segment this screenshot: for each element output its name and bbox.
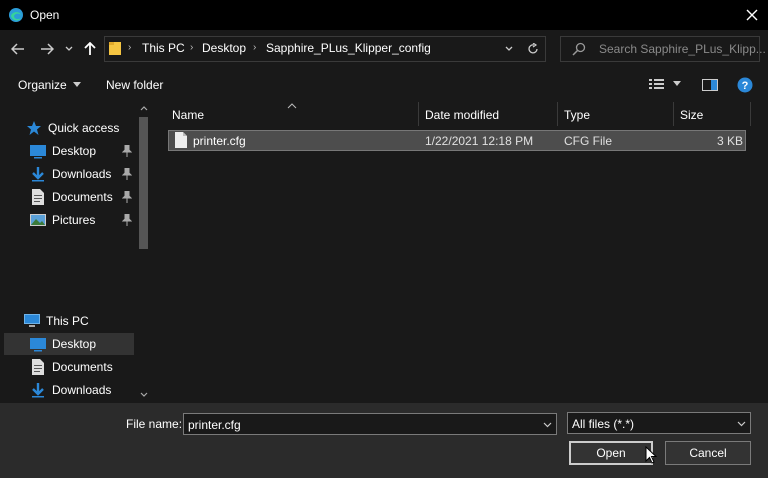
sidebar-item-label: Pictures	[52, 213, 96, 227]
pin-icon[interactable]	[122, 191, 132, 203]
file-size-cell: 3 KB	[716, 134, 743, 148]
breadcrumb-desktop[interactable]: Desktop	[202, 41, 246, 55]
breadcrumb-current-folder[interactable]: Sapphire_PLus_Klipper_config	[266, 41, 431, 55]
mouse-cursor-icon	[645, 445, 658, 467]
file-name-input[interactable]: printer.cfg	[183, 413, 557, 435]
recent-locations-button[interactable]	[62, 40, 76, 58]
sidebar-item-label: Quick access	[48, 121, 120, 135]
sidebar-item-documents[interactable]: Documents	[4, 186, 134, 208]
help-button[interactable]: ?	[737, 77, 753, 96]
cancel-button[interactable]: Cancel	[665, 441, 751, 465]
pin-icon[interactable]	[122, 168, 132, 180]
computer-icon	[24, 314, 40, 327]
desktop-icon	[30, 338, 46, 352]
preview-pane-button[interactable]	[702, 79, 718, 94]
forward-button[interactable]	[36, 38, 58, 60]
pictures-icon	[30, 214, 46, 226]
sidebar-item-label: Documents	[52, 360, 113, 374]
title-bar	[0, 0, 768, 30]
scroll-down-button[interactable]	[138, 389, 150, 401]
breadcrumb-separator-icon: ›	[253, 42, 257, 53]
column-header-date-modified[interactable]: Date modified	[425, 104, 555, 126]
desktop-icon	[30, 145, 46, 159]
sidebar-item-label: Documents	[52, 190, 113, 204]
sidebar-item-quick-access[interactable]: Quick access	[4, 117, 134, 139]
star-icon	[27, 121, 41, 135]
svg-text:?: ?	[742, 80, 749, 92]
scroll-up-button[interactable]	[138, 102, 150, 114]
close-icon	[746, 9, 758, 21]
open-button[interactable]: Open	[569, 441, 653, 465]
chevron-down-icon	[737, 421, 746, 427]
column-header-name[interactable]: Name	[172, 104, 416, 126]
change-view-button[interactable]	[649, 78, 681, 90]
caret-down-icon	[72, 82, 81, 87]
column-divider[interactable]	[557, 102, 558, 126]
sidebar-item-downloads[interactable]: Downloads	[4, 163, 134, 185]
search-icon	[572, 42, 586, 56]
pin-icon[interactable]	[122, 145, 132, 157]
up-button[interactable]	[80, 38, 100, 60]
refresh-icon	[528, 43, 538, 54]
sidebar-item-documents[interactable]: Documents	[4, 356, 134, 378]
chevron-down-icon	[140, 392, 148, 397]
scrollbar-thumb[interactable]	[139, 117, 148, 249]
file-name-cell: printer.cfg	[193, 134, 246, 148]
preview-pane-icon	[702, 79, 718, 91]
sidebar-item-desktop[interactable]: Desktop	[4, 140, 134, 162]
chevron-down-icon	[505, 46, 513, 51]
document-icon	[32, 359, 44, 375]
chevron-down-icon[interactable]	[543, 422, 552, 428]
document-icon	[32, 189, 44, 205]
folder-icon	[108, 40, 122, 56]
sidebar-item-desktop-selected[interactable]: Desktop	[4, 333, 134, 355]
sidebar-item-this-pc[interactable]: This PC	[4, 310, 134, 332]
view-details-icon	[649, 79, 664, 89]
column-header-size[interactable]: Size	[680, 104, 746, 126]
column-divider[interactable]	[673, 102, 674, 126]
sidebar-item-label: Desktop	[52, 144, 97, 158]
search-placeholder: Search Sapphire_PLus_Klipp...	[599, 42, 766, 56]
pin-icon[interactable]	[122, 214, 132, 226]
sidebar-item-label: Desktop	[52, 337, 97, 351]
back-button[interactable]	[8, 38, 28, 60]
file-name-label: File name:	[126, 417, 183, 431]
download-icon	[32, 167, 44, 182]
breadcrumb-this-pc[interactable]: This PC	[142, 41, 185, 55]
sidebar-item-pictures[interactable]: Pictures	[4, 209, 134, 231]
sidebar-item-downloads[interactable]: Downloads	[4, 379, 134, 401]
column-header-type[interactable]: Type	[564, 104, 670, 126]
breadcrumb-separator-icon: ›	[190, 42, 194, 53]
organize-button[interactable]: Organize	[18, 78, 81, 92]
edge-app-icon	[8, 7, 24, 23]
address-history-button[interactable]	[502, 41, 516, 57]
column-divider[interactable]	[418, 102, 419, 126]
sidebar-item-label: Downloads	[52, 167, 112, 181]
file-icon	[175, 132, 187, 151]
file-type-select[interactable]: All files (*.*)	[567, 412, 751, 434]
sidebar-item-label: Downloads	[52, 383, 112, 397]
breadcrumb-separator-icon: ›	[128, 42, 132, 53]
file-date-cell: 1/22/2021 12:18 PM	[425, 134, 534, 148]
arrow-left-icon	[11, 43, 24, 55]
chevron-down-icon	[65, 46, 73, 51]
caret-down-icon	[673, 81, 681, 86]
download-icon	[32, 383, 44, 398]
file-type-value: All files (*.*)	[572, 417, 635, 431]
close-button[interactable]	[738, 3, 766, 27]
refresh-button[interactable]	[524, 40, 542, 58]
organize-label: Organize	[18, 78, 67, 92]
column-divider[interactable]	[750, 102, 751, 126]
new-folder-button[interactable]: New folder	[106, 78, 163, 92]
chevron-up-icon	[140, 106, 148, 111]
help-icon: ?	[737, 77, 753, 93]
file-name-value: printer.cfg	[188, 418, 241, 432]
window-title: Open	[30, 8, 60, 22]
arrow-right-icon	[41, 43, 54, 55]
sidebar-item-label: This PC	[46, 314, 89, 328]
file-type-cell: CFG File	[564, 134, 612, 148]
arrow-up-icon	[84, 42, 96, 55]
